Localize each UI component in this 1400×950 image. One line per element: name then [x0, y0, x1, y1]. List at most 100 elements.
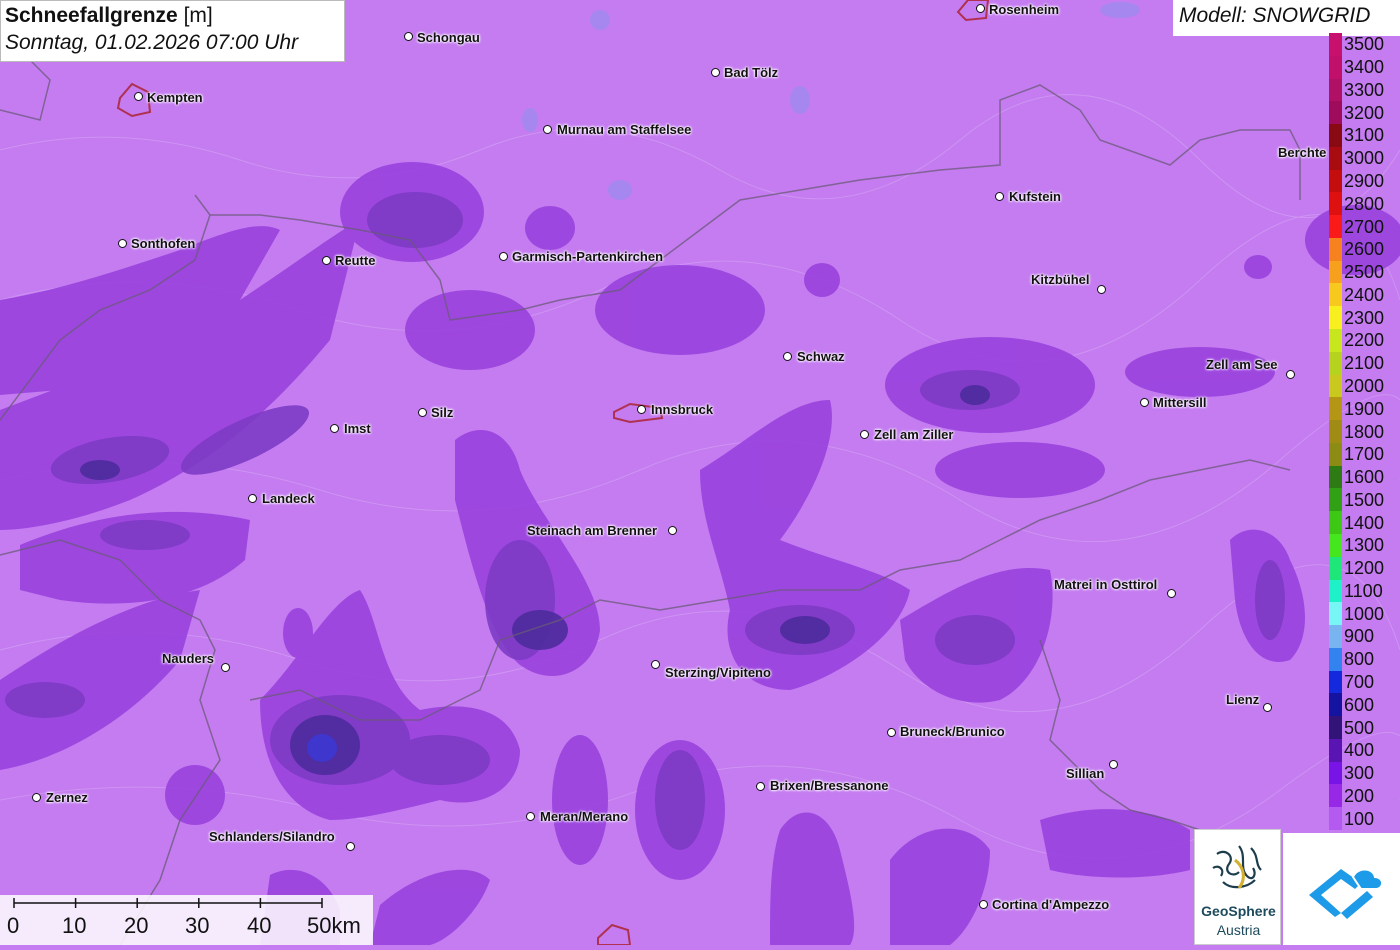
- city-matrei: Matrei in Osttirol: [1054, 577, 1158, 592]
- legend-label-1300: 1300: [1344, 535, 1385, 556]
- legend-label-1200: 1200: [1344, 558, 1385, 579]
- legend-label-800: 800: [1344, 649, 1375, 670]
- legend-swatch-800: [1329, 647, 1342, 672]
- legend-label-400: 400: [1344, 740, 1375, 761]
- city-schlanders: Schlanders/Silandro: [209, 829, 335, 844]
- legend-label-1100: 1100: [1344, 580, 1383, 601]
- legend-swatch-2300: [1329, 306, 1342, 330]
- city-garmisch: Garmisch-Partenkirchen: [512, 249, 664, 264]
- legend-swatch-1300: [1329, 533, 1342, 558]
- scale-label-20: 20: [124, 913, 149, 938]
- legend-swatch-2100: [1329, 351, 1342, 376]
- scale-label-30: 30: [185, 913, 210, 938]
- city-dot-cortina: [979, 900, 988, 909]
- scale-bar: 0 10 20 30 40 50km: [0, 895, 373, 945]
- city-dot-lienz: [1263, 703, 1272, 712]
- city-steinach: Steinach am Brenner: [527, 523, 658, 538]
- legend-swatch-1200: [1329, 556, 1342, 580]
- city-bruneck: Bruneck/Brunico: [900, 724, 1005, 739]
- legend-label-2000: 2000: [1344, 375, 1385, 396]
- legend-label-1400: 1400: [1344, 512, 1385, 533]
- city-dot-bad-toelz: [711, 68, 720, 77]
- map-subtitle: Sonntag, 01.02.2026 07:00 Uhr: [5, 31, 299, 54]
- city-rosenheim: Rosenheim: [989, 2, 1060, 17]
- city-zell-am-see: Zell am See: [1206, 357, 1278, 372]
- city-dot-garmisch: [499, 252, 508, 261]
- legend-swatch-100: [1329, 807, 1342, 831]
- city-dot-bruneck: [887, 728, 896, 737]
- legend-label-1500: 1500: [1344, 489, 1385, 510]
- legend-label-700: 700: [1344, 671, 1375, 692]
- city-murnau: Murnau am Staffelsee: [557, 122, 692, 137]
- city-mittersill: Mittersill: [1153, 395, 1207, 410]
- city-sterzing: Sterzing/Vipiteno: [665, 665, 771, 680]
- city-sillian: Sillian: [1066, 766, 1105, 781]
- city-dot-zell-am-see: [1286, 370, 1295, 379]
- model-label: Modell: SNOWGRID: [1173, 0, 1400, 36]
- legend-swatch-2500: [1329, 260, 1342, 284]
- city-dot-matrei: [1167, 589, 1176, 598]
- legend-swatch-3000: [1329, 146, 1342, 171]
- legend-swatch-2200: [1329, 329, 1342, 353]
- legend-label-1700: 1700: [1344, 444, 1385, 465]
- legend-label-500: 500: [1344, 717, 1375, 738]
- legend-label-900: 900: [1344, 626, 1375, 647]
- city-kempten: Kempten: [147, 90, 203, 105]
- city-dot-innsbruck: [637, 405, 646, 414]
- scale-label-40: 40: [247, 913, 272, 938]
- city-schongau: Schongau: [417, 30, 480, 45]
- scale-label-10: 10: [62, 913, 87, 938]
- city-sonthofen: Sonthofen: [131, 236, 196, 251]
- legend-label-2400: 2400: [1344, 284, 1385, 305]
- legend-swatch-1600: [1329, 465, 1342, 489]
- legend-label-2300: 2300: [1344, 307, 1385, 328]
- geosphere-emblem-icon: [1212, 845, 1262, 889]
- legend-swatch-1900: [1329, 397, 1342, 421]
- city-landeck: Landeck: [262, 491, 315, 506]
- snow-mountain-icon: [1309, 868, 1383, 919]
- snow-logo[interactable]: [1283, 833, 1400, 945]
- legend-swatch-700: [1329, 670, 1342, 694]
- city-dot-schlanders: [346, 842, 355, 851]
- legend-swatch-500: [1329, 716, 1342, 740]
- city-dot-murnau: [543, 125, 552, 134]
- legend-swatch-3500: [1329, 33, 1342, 57]
- city-meran: Meran/Merano: [540, 809, 629, 824]
- legend-label-3300: 3300: [1344, 79, 1385, 100]
- city-lienz: Lienz: [1226, 692, 1260, 707]
- map-canvas[interactable]: [0, 0, 1400, 945]
- city-dot-steinach: [668, 526, 677, 535]
- city-dot-sterzing: [651, 660, 660, 669]
- city-kitzbuehel: Kitzbühel: [1031, 272, 1090, 287]
- map-title: Schneefallgrenze [m]: [5, 4, 213, 27]
- legend-label-2500: 2500: [1344, 262, 1385, 283]
- city-dot-kempten: [134, 92, 143, 101]
- legend-label-2600: 2600: [1344, 239, 1385, 260]
- legend-swatch-3300: [1329, 78, 1342, 102]
- legend-swatch-400: [1329, 738, 1342, 763]
- geosphere-country: Austria: [1216, 922, 1261, 938]
- legend-swatch-200: [1329, 784, 1342, 808]
- legend-label-2800: 2800: [1344, 193, 1385, 214]
- city-dot-schwaz: [783, 352, 792, 361]
- city-dot-meran: [526, 812, 535, 821]
- city-nauders: Nauders: [162, 651, 215, 666]
- city-dot-landeck: [248, 494, 257, 503]
- map-title-box: Schneefallgrenze [m] Sonntag, 01.02.2026…: [0, 0, 345, 62]
- legend-label-1600: 1600: [1344, 467, 1385, 488]
- city-silz: Silz: [431, 405, 454, 420]
- city-dot-sonthofen: [118, 239, 127, 248]
- legend-label-300: 300: [1344, 763, 1375, 784]
- legend-label-2900: 2900: [1344, 171, 1385, 191]
- city-dot-rosenheim: [976, 4, 985, 13]
- legend-swatch-3200: [1329, 101, 1342, 125]
- legend-label-200: 200: [1344, 785, 1375, 806]
- geosphere-logo[interactable]: GeoSphere Austria: [1194, 829, 1281, 945]
- city-dot-brixen: [756, 782, 765, 791]
- legend-label-3500: 3500: [1344, 34, 1385, 55]
- city-reutte: Reutte: [335, 253, 376, 268]
- legend-label-1000: 1000: [1344, 603, 1385, 624]
- scale-label-0: 0: [7, 913, 20, 938]
- city-dot-reutte: [322, 256, 331, 265]
- legend-label-3400: 3400: [1344, 57, 1385, 78]
